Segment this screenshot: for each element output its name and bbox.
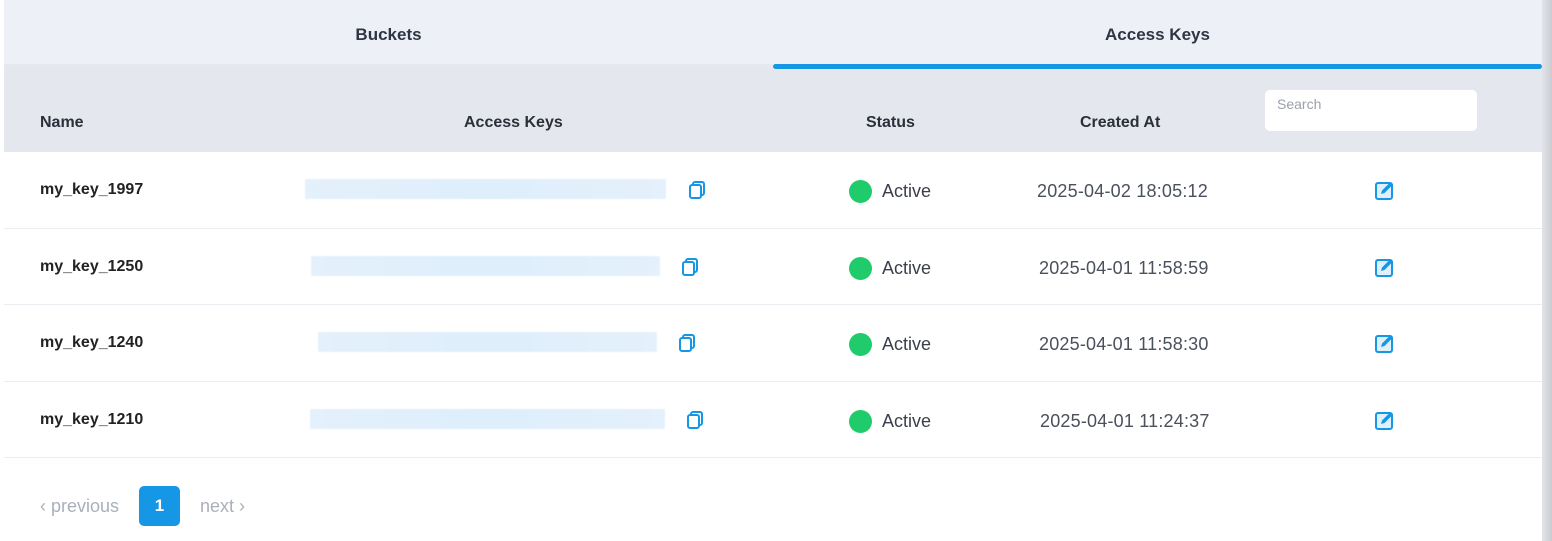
created-at: 2025-04-01 11:58:30 — [1039, 334, 1209, 354]
pagination: ‹ previous 1 next › — [40, 486, 245, 526]
window-edge — [1542, 0, 1552, 541]
status-badge: Active — [849, 409, 932, 433]
edit-icon[interactable] — [1374, 179, 1396, 201]
header-access-keys: Access Keys — [464, 114, 563, 131]
table-row: my_key_1250 Active 2025-04-01 11:58:59 — [4, 229, 1542, 305]
header-status: Status — [866, 114, 915, 131]
access-key-value-redacted — [318, 332, 657, 352]
previous-page-link[interactable]: ‹ previous — [40, 496, 119, 517]
table-row: my_key_1240 Active 2025-04-01 11:58:30 — [4, 305, 1542, 382]
edit-icon[interactable] — [1374, 409, 1396, 431]
access-key-value-redacted — [311, 255, 660, 276]
access-key-value-redacted — [310, 408, 665, 429]
created-at: 2025-04-01 11:24:37 — [1040, 410, 1210, 431]
search-input[interactable] — [1265, 90, 1477, 131]
page-number-current[interactable]: 1 — [139, 486, 181, 526]
status-dot — [849, 409, 872, 433]
status-badge: Active — [849, 180, 931, 203]
copy-icon[interactable] — [685, 410, 705, 430]
copy-icon[interactable] — [677, 333, 697, 353]
status-label: Active — [882, 257, 932, 278]
next-page-link[interactable]: next › — [200, 496, 245, 517]
status-label: Active — [882, 181, 932, 201]
status-dot — [849, 333, 872, 356]
access-keys-panel: Buckets Access Keys Name Access Keys Sta… — [4, 0, 1542, 541]
key-name: my_key_1240 — [40, 334, 144, 351]
key-name: my_key_1210 — [40, 410, 144, 428]
status-badge: Active — [849, 256, 932, 280]
copy-icon[interactable] — [687, 180, 707, 200]
tab-access-keys[interactable]: Access Keys — [773, 0, 1542, 69]
edit-icon[interactable] — [1374, 256, 1396, 278]
status-badge: Active — [849, 333, 931, 356]
tab-buckets-label: Buckets — [355, 25, 422, 44]
tab-bar: Buckets Access Keys — [4, 0, 1542, 69]
status-dot — [849, 256, 872, 280]
status-label: Active — [882, 334, 932, 354]
table-body: my_key_1997 Active 2025-04-02 18:05:12 m… — [4, 152, 1542, 458]
edit-icon[interactable] — [1374, 332, 1396, 354]
header-name: Name — [40, 114, 84, 131]
tab-buckets[interactable]: Buckets — [4, 0, 773, 69]
access-key-value-redacted — [305, 179, 666, 199]
table-row: my_key_1210 Active 2025-04-01 11:24:37 — [4, 382, 1542, 458]
status-dot — [849, 180, 872, 203]
header-created-at: Created At — [1080, 114, 1161, 131]
table-row: my_key_1997 Active 2025-04-02 18:05:12 — [4, 152, 1542, 229]
copy-icon[interactable] — [680, 257, 700, 277]
created-at: 2025-04-01 11:58:59 — [1039, 257, 1209, 278]
key-name: my_key_1997 — [40, 181, 144, 198]
tab-access-keys-label: Access Keys — [1105, 25, 1210, 44]
created-at: 2025-04-02 18:05:12 — [1037, 181, 1208, 201]
status-label: Active — [882, 410, 932, 431]
table-header: Name Access Keys Status Created At — [4, 69, 1542, 152]
key-name: my_key_1250 — [40, 257, 144, 275]
